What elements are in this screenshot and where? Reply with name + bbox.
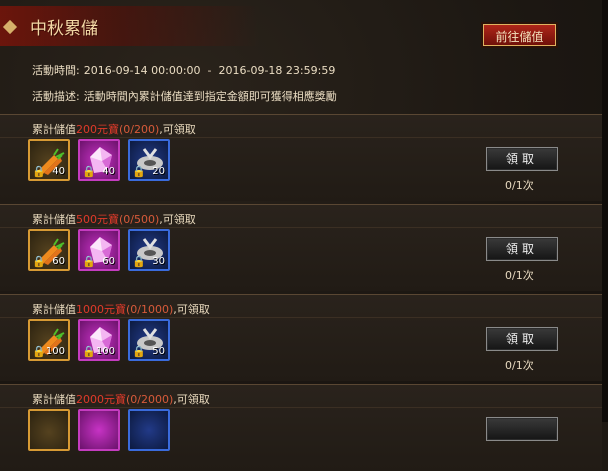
lock-icon: 🔒: [132, 165, 146, 178]
item-quantity: 40: [52, 166, 65, 177]
event-time-row: 活動時間: 2016-09-14 00:00:00 - 2016-09-18 23…: [32, 62, 335, 78]
item-quantity: 40: [102, 166, 115, 177]
reward-tier: 累計儲值500元寶(0/500),可領取 🔒 60 🔒 60 🔒 30 領取 0…: [0, 204, 602, 291]
item-quantity: 30: [152, 256, 165, 267]
wheel-item-slot[interactable]: 🔒 30: [128, 229, 170, 271]
wheel-item-slot[interactable]: 🔒 20: [128, 139, 170, 181]
tier-amount: 2000元寶: [76, 393, 126, 406]
lock-icon: 🔒: [32, 345, 46, 358]
crystal-item-slot[interactable]: 🔒 60: [78, 229, 120, 271]
tier-progress: (0/500): [119, 213, 160, 226]
lock-icon: 🔒: [32, 255, 46, 268]
crystal-item-slot[interactable]: 🔒 40: [78, 139, 120, 181]
carrot-item-slot[interactable]: 🔒 100: [28, 319, 70, 361]
divider: [0, 227, 602, 228]
item-quantity: 50: [152, 346, 165, 357]
lock-icon: 🔒: [82, 165, 96, 178]
page-title: 中秋累儲: [30, 19, 98, 39]
claim-count: 0/1次: [505, 179, 534, 192]
lock-icon: 🔒: [32, 165, 46, 178]
goto-recharge-button[interactable]: 前往儲值: [481, 22, 558, 48]
crystal-item-slot[interactable]: 🔒 100: [78, 319, 120, 361]
lock-icon: 🔒: [82, 345, 96, 358]
divider: [0, 407, 602, 408]
carrot-item-slot[interactable]: 🔒 60: [28, 229, 70, 271]
event-panel: 中秋累儲 前往儲值 活動時間: 2016-09-14 00:00:00 - 201…: [0, 0, 608, 471]
tier-header: 累計儲值1000元寶(0/1000),可領取: [32, 303, 210, 316]
item-quantity: 100: [45, 346, 65, 357]
reward-tier: 累計儲值2000元寶(0/2000),可領取: [0, 384, 602, 471]
claim-button[interactable]: 領取: [486, 147, 558, 171]
item-quantity: 60: [52, 256, 65, 267]
tier-progress: (0/2000): [126, 393, 174, 406]
tier-header: 累計儲值500元寶(0/500),可領取: [32, 213, 196, 226]
carrot-item-slot[interactable]: [28, 409, 70, 451]
event-desc-label: 活動描述:: [32, 90, 80, 103]
event-time-value: 2016-09-14 00:00:00 - 2016-09-18 23:59:5…: [83, 64, 336, 77]
lock-icon: 🔒: [132, 345, 146, 358]
scrollbar-track[interactable]: [602, 0, 608, 422]
tier-amount: 1000元寶: [76, 303, 126, 316]
tier-progress: (0/1000): [126, 303, 174, 316]
reward-tier: 累計儲值1000元寶(0/1000),可領取 🔒 100 🔒 100 🔒 50 …: [0, 294, 602, 381]
reward-tier: 累計儲值200元寶(0/200),可領取 🔒 40 🔒 40 🔒 20 領取 0…: [0, 114, 602, 201]
carrot-item-slot[interactable]: 🔒 40: [28, 139, 70, 181]
claim-button[interactable]: 領取: [486, 327, 558, 351]
tier-header: 累計儲值200元寶(0/200),可領取: [32, 123, 196, 136]
lock-icon: 🔒: [132, 255, 146, 268]
claim-count: 0/1次: [505, 269, 534, 282]
claim-count: 0/1次: [505, 359, 534, 372]
event-time-label: 活動時間:: [32, 64, 80, 77]
event-desc-row: 活動描述: 活動時間內累計儲值達到指定金額即可獲得相應獎勵: [32, 88, 337, 104]
wheel-item-slot[interactable]: 🔒 50: [128, 319, 170, 361]
event-desc-value: 活動時間內累計儲值達到指定金額即可獲得相應獎勵: [83, 90, 337, 103]
item-quantity: 60: [102, 256, 115, 267]
tier-progress: (0/200): [119, 123, 160, 136]
divider: [0, 317, 602, 318]
divider: [0, 137, 602, 138]
item-quantity: 100: [95, 346, 115, 357]
tier-header: 累計儲值2000元寶(0/2000),可領取: [32, 393, 210, 406]
claim-button[interactable]: [486, 417, 558, 441]
wheel-item-slot[interactable]: [128, 409, 170, 451]
lock-icon: 🔒: [82, 255, 96, 268]
tier-amount: 200元寶: [76, 123, 119, 136]
claim-button[interactable]: 領取: [486, 237, 558, 261]
item-quantity: 20: [152, 166, 165, 177]
crystal-item-slot[interactable]: [78, 409, 120, 451]
tier-amount: 500元寶: [76, 213, 119, 226]
